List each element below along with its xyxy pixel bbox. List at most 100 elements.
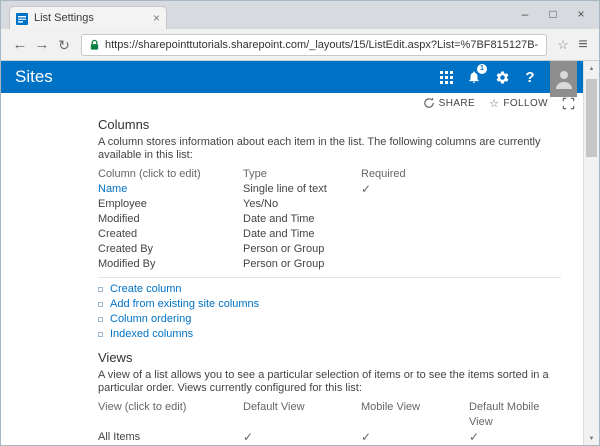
share-label: SHARE xyxy=(439,98,475,109)
header-view-name: View (click to edit) xyxy=(98,400,243,430)
required-check-icon xyxy=(361,227,561,242)
views-description: A view of a list allows you to see a par… xyxy=(98,369,561,395)
share-icon xyxy=(423,97,435,109)
view-row: All Items ✓ ✓ ✓ xyxy=(98,430,561,445)
person-icon xyxy=(554,67,574,91)
required-check-icon xyxy=(361,212,561,227)
views-section: Views A view of a list allows you to see… xyxy=(98,350,561,446)
gear-icon xyxy=(495,70,510,85)
required-check-icon xyxy=(361,257,561,272)
column-row: Employee Yes/No xyxy=(98,197,561,212)
default-mobile-view-check-icon: ✓ xyxy=(469,430,561,445)
suite-bar: Sites 1 ? xyxy=(1,61,585,93)
vertical-scrollbar[interactable]: ▲ ▼ xyxy=(583,61,599,446)
close-button[interactable]: × xyxy=(567,1,595,27)
browser-window: List Settings × – □ × ← → ↻ https://shar… xyxy=(0,0,600,446)
sharepoint-favicon-icon xyxy=(16,12,28,24)
maximize-button[interactable]: □ xyxy=(539,1,567,27)
page-actions: SHARE ☆ FOLLOW xyxy=(1,93,585,113)
bookmark-star-icon[interactable]: ☆ xyxy=(553,37,573,53)
required-check-icon xyxy=(361,197,561,212)
column-type: Date and Time xyxy=(243,212,361,227)
column-name-link[interactable]: Modified By xyxy=(98,257,243,272)
mobile-view-check-icon: ✓ xyxy=(361,430,469,445)
help-icon: ? xyxy=(525,69,534,86)
link-label: Add from existing site columns xyxy=(110,297,259,312)
view-name-link[interactable]: All Items xyxy=(98,430,243,445)
lock-icon xyxy=(89,39,100,51)
follow-label: FOLLOW xyxy=(503,98,548,109)
views-section-title: Views xyxy=(98,350,561,365)
header-column-type: Type xyxy=(243,167,361,182)
scroll-up-icon[interactable]: ▲ xyxy=(584,61,599,77)
menu-icon[interactable]: ≡ xyxy=(573,36,593,54)
settings-content: Columns A column stores information abou… xyxy=(1,113,585,446)
views-table-header: View (click to edit) Default View Mobile… xyxy=(98,400,561,430)
site-title: Sites xyxy=(1,67,432,87)
scrollbar-thumb[interactable] xyxy=(586,79,597,157)
address-bar[interactable]: https://sharepointtutorials.sharepoint.c… xyxy=(81,34,547,56)
column-name-link[interactable]: Name xyxy=(98,182,243,197)
notifications-button[interactable]: 1 xyxy=(460,61,488,93)
column-row: Modified Date and Time xyxy=(98,212,561,227)
header-column-name: Column (click to edit) xyxy=(98,167,243,182)
browser-tab[interactable]: List Settings × xyxy=(9,6,167,29)
notification-badge: 1 xyxy=(477,64,487,74)
header-mobile-view: Mobile View xyxy=(361,400,469,430)
link-label: Create column xyxy=(110,282,182,297)
help-button[interactable]: ? xyxy=(516,61,544,93)
focus-on-content-button[interactable] xyxy=(562,97,575,110)
scroll-down-icon[interactable]: ▼ xyxy=(584,431,599,446)
refresh-icon[interactable]: ↻ xyxy=(53,30,75,60)
square-bullet-icon xyxy=(98,332,103,337)
columns-links: Create column Add from existing site col… xyxy=(98,277,561,342)
square-bullet-icon xyxy=(98,302,103,307)
minimize-button[interactable]: – xyxy=(511,1,539,27)
column-name-link[interactable]: Created By xyxy=(98,242,243,257)
user-avatar[interactable] xyxy=(550,61,577,97)
views-table: View (click to edit) Default View Mobile… xyxy=(98,400,561,445)
tab-title: List Settings xyxy=(34,12,149,24)
columns-table: Column (click to edit) Type Required Nam… xyxy=(98,167,561,272)
tab-close-icon[interactable]: × xyxy=(153,11,160,25)
column-type: Date and Time xyxy=(243,227,361,242)
column-row: Created By Person or Group xyxy=(98,242,561,257)
tab-bar: List Settings × – □ × xyxy=(1,1,600,29)
header-default-mobile-view: Default Mobile View xyxy=(469,400,561,430)
back-icon[interactable]: ← xyxy=(9,30,31,60)
share-button[interactable]: SHARE xyxy=(423,97,475,109)
square-bullet-icon xyxy=(98,287,103,292)
header-column-required: Required xyxy=(361,167,561,182)
columns-description: A column stores information about each i… xyxy=(98,136,561,162)
default-view-check-icon: ✓ xyxy=(243,430,361,445)
create-column-link[interactable]: Create column xyxy=(98,282,561,297)
column-ordering-link[interactable]: Column ordering xyxy=(98,312,561,327)
column-name-link[interactable]: Created xyxy=(98,227,243,242)
suite-icons: 1 ? xyxy=(432,61,585,93)
columns-table-header: Column (click to edit) Type Required xyxy=(98,167,561,182)
url-text: https://sharepointtutorials.sharepoint.c… xyxy=(105,39,539,51)
column-row: Created Date and Time xyxy=(98,227,561,242)
settings-button[interactable] xyxy=(488,61,516,93)
column-name-link[interactable]: Employee xyxy=(98,197,243,212)
page-body: SHARE ☆ FOLLOW Columns A column stores i… xyxy=(1,93,585,446)
indexed-columns-link[interactable]: Indexed columns xyxy=(98,327,561,342)
browser-toolbar: ← → ↻ https://sharepointtutorials.sharep… xyxy=(1,29,600,61)
required-check-icon xyxy=(361,242,561,257)
window-controls: – □ × xyxy=(511,1,595,27)
app-launcher-button[interactable] xyxy=(432,61,460,93)
column-row: Modified By Person or Group xyxy=(98,257,561,272)
column-name-link[interactable]: Modified xyxy=(98,212,243,227)
forward-icon[interactable]: → xyxy=(31,30,53,60)
column-type: Person or Group xyxy=(243,242,361,257)
follow-star-icon: ☆ xyxy=(489,97,499,110)
follow-button[interactable]: ☆ FOLLOW xyxy=(489,97,548,110)
add-from-existing-site-columns-link[interactable]: Add from existing site columns xyxy=(98,297,561,312)
square-bullet-icon xyxy=(98,317,103,322)
header-default-view: Default View xyxy=(243,400,361,430)
columns-section-title: Columns xyxy=(98,117,561,132)
waffle-icon xyxy=(440,71,453,84)
column-type: Yes/No xyxy=(243,197,361,212)
required-check-icon: ✓ xyxy=(361,182,561,197)
focus-icon xyxy=(562,97,575,110)
